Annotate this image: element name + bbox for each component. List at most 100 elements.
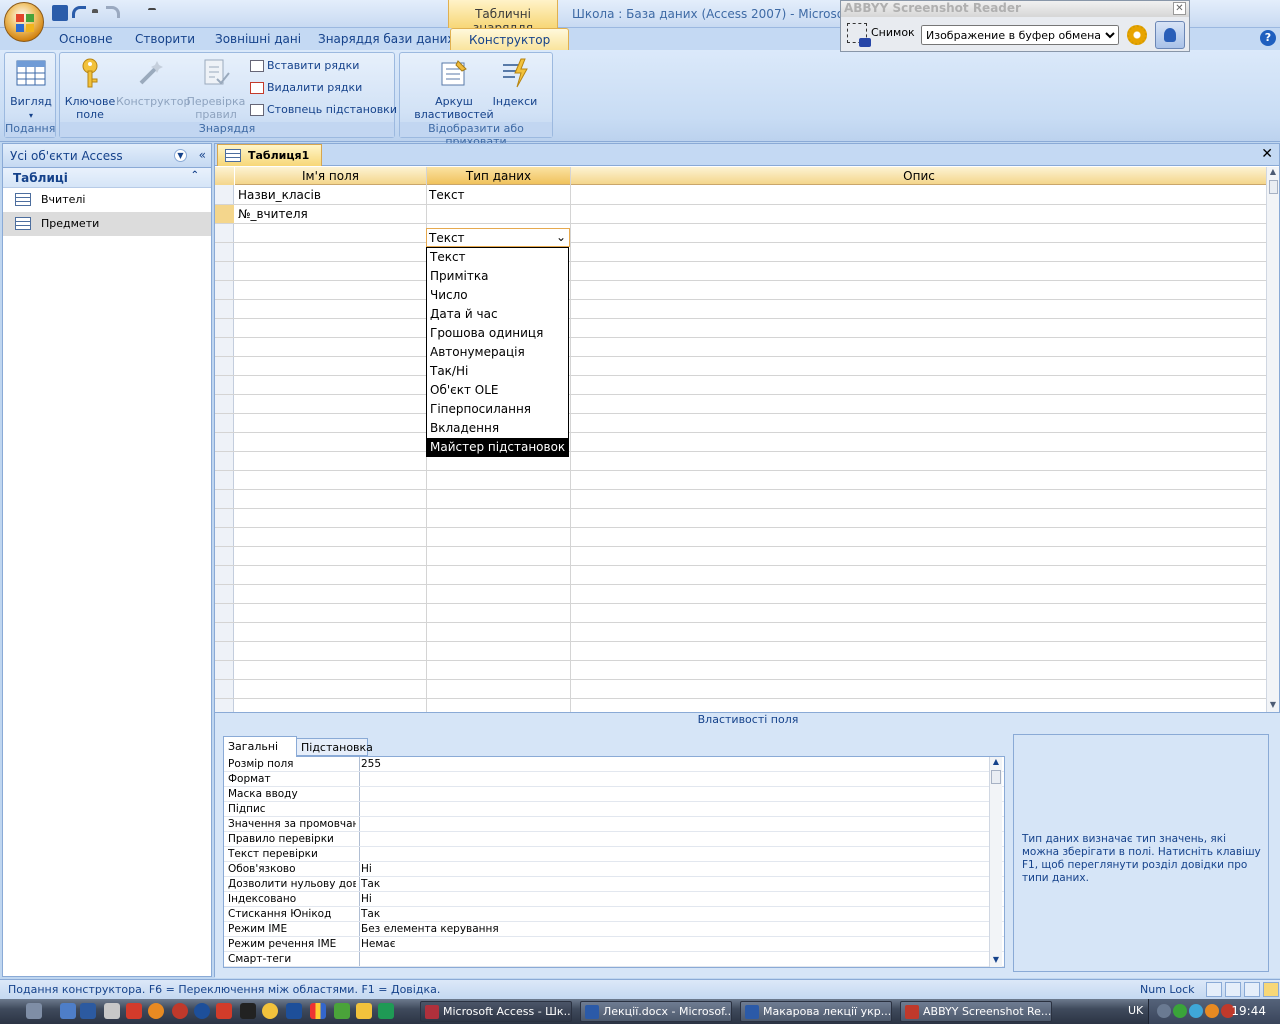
data-type-combo[interactable]: Текст ⌄ bbox=[426, 228, 570, 247]
collapse-pane-icon[interactable]: « bbox=[199, 148, 206, 162]
scroll-thumb[interactable] bbox=[1269, 180, 1278, 194]
property-value[interactable]: Без елемента керування bbox=[361, 923, 499, 935]
property-row[interactable]: Дозволити нульову довжину Так bbox=[224, 877, 1004, 892]
abbyy-destination-select[interactable]: Изображение в буфер обмена bbox=[921, 25, 1119, 45]
data-type-option[interactable]: Число bbox=[427, 286, 568, 305]
nav-item-teachers[interactable]: Вчителі bbox=[3, 188, 211, 212]
data-type-option-highlighted[interactable]: Майстер підстановок bbox=[427, 438, 568, 457]
current-row-selector[interactable] bbox=[215, 205, 234, 224]
customize-qat-icon[interactable] bbox=[148, 8, 156, 16]
chevron-up-icon[interactable]: ⌃ bbox=[191, 170, 199, 181]
start-icon[interactable] bbox=[26, 1003, 42, 1019]
app-icon[interactable] bbox=[286, 1003, 302, 1019]
tray-icon[interactable] bbox=[1157, 1004, 1171, 1018]
taskbar-button-word[interactable]: Лекції.docx - Microsof... bbox=[580, 1001, 732, 1022]
property-row[interactable]: Формат bbox=[224, 772, 1004, 787]
app-icon[interactable] bbox=[378, 1003, 394, 1019]
property-row[interactable]: Смарт-теги bbox=[224, 952, 1004, 967]
property-row[interactable]: Стискання Юнікод Так bbox=[224, 907, 1004, 922]
scroll-down-icon[interactable]: ▼ bbox=[1267, 700, 1279, 712]
tab-lookup[interactable]: Підстановка bbox=[296, 738, 373, 756]
delete-rows-button[interactable]: Видалити рядки bbox=[250, 81, 362, 94]
taskbar-button-word-2[interactable]: Макарова лекції укр.... bbox=[740, 1001, 892, 1022]
office-button[interactable] bbox=[4, 2, 44, 42]
view-button[interactable]: Вигляд ▾ bbox=[9, 57, 53, 122]
abbyy-snapshot-button[interactable]: Снимок bbox=[847, 23, 915, 47]
data-type-option[interactable]: Примітка bbox=[427, 267, 568, 286]
app-icon[interactable] bbox=[310, 1003, 326, 1019]
undo-dropdown-icon[interactable] bbox=[92, 9, 98, 15]
properties-scrollbar[interactable]: ▲ ▼ bbox=[989, 757, 1002, 967]
field-name-cell[interactable]: №_вчителя bbox=[238, 207, 308, 221]
data-type-option[interactable]: Текст bbox=[427, 248, 568, 267]
tab-general[interactable]: Загальні bbox=[223, 736, 297, 757]
property-row[interactable]: Підпис bbox=[224, 802, 1004, 817]
property-sheet-button[interactable]: Аркуш властивостей bbox=[406, 57, 502, 121]
property-row[interactable]: Режим IME Без елемента керування bbox=[224, 922, 1004, 937]
property-row[interactable]: Значення за промовчанням bbox=[224, 817, 1004, 832]
undo-icon[interactable] bbox=[72, 6, 86, 18]
app-icon[interactable] bbox=[240, 1003, 256, 1019]
data-type-option[interactable]: Автонумерація bbox=[427, 343, 568, 362]
property-row[interactable]: Розмір поля 255 bbox=[224, 757, 1004, 772]
tab-create[interactable]: Створити bbox=[135, 32, 195, 46]
save-icon[interactable] bbox=[52, 5, 68, 21]
field-name-cell[interactable]: Назви_класів bbox=[238, 188, 321, 202]
app-icon[interactable] bbox=[216, 1003, 232, 1019]
property-value[interactable]: Так bbox=[361, 878, 380, 890]
tab-home[interactable]: Основне bbox=[59, 32, 113, 46]
insert-rows-button[interactable]: Вставити рядки bbox=[250, 59, 359, 72]
taskbar-button-abbyy[interactable]: ABBYY Screenshot Re... bbox=[900, 1001, 1052, 1022]
tray-icon[interactable] bbox=[1173, 1004, 1187, 1018]
quicklaunch-icon[interactable] bbox=[104, 1003, 120, 1019]
property-value[interactable]: Немає bbox=[361, 938, 395, 950]
data-type-option[interactable]: Так/Ні bbox=[427, 362, 568, 381]
abbyy-close-button[interactable]: ✕ bbox=[1173, 2, 1186, 15]
desktop-icon[interactable] bbox=[80, 1003, 96, 1019]
property-value[interactable]: Ні bbox=[361, 893, 372, 905]
tray-icon[interactable] bbox=[1205, 1004, 1219, 1018]
tab-design[interactable]: Конструктор bbox=[450, 28, 570, 50]
pivottable-view-icon[interactable] bbox=[1225, 982, 1241, 997]
lookup-column-button[interactable]: Стовпець підстановки bbox=[250, 103, 397, 116]
scroll-up-icon[interactable]: ▲ bbox=[990, 757, 1002, 769]
indexes-button[interactable]: Індекси bbox=[492, 57, 538, 108]
nav-item-subjects[interactable]: Предмети bbox=[3, 212, 211, 236]
download-icon[interactable] bbox=[194, 1003, 210, 1019]
pivotchart-view-icon[interactable] bbox=[1244, 982, 1260, 997]
data-type-option[interactable]: Гіперпосилання bbox=[427, 400, 568, 419]
property-row[interactable]: Режим речення IME Немає bbox=[224, 937, 1004, 952]
gear-icon[interactable] bbox=[1127, 25, 1147, 45]
data-type-option[interactable]: Об'єкт OLE bbox=[427, 381, 568, 400]
scroll-down-icon[interactable]: ▼ bbox=[990, 955, 1002, 967]
app-icon[interactable] bbox=[356, 1003, 372, 1019]
opera-icon[interactable] bbox=[126, 1003, 142, 1019]
firefox-icon[interactable] bbox=[148, 1003, 164, 1019]
app-icon[interactable] bbox=[172, 1003, 188, 1019]
scroll-up-icon[interactable]: ▲ bbox=[1267, 167, 1279, 179]
key-field-button[interactable]: Ключове поле bbox=[64, 57, 116, 121]
property-value[interactable]: 255 bbox=[361, 758, 381, 770]
taskbar-button-access[interactable]: Microsoft Access - Шк... bbox=[420, 1001, 572, 1022]
data-type-cell[interactable]: Текст bbox=[429, 188, 465, 202]
data-type-option[interactable]: Грошова одиниця bbox=[427, 324, 568, 343]
tab-external-data[interactable]: Зовнішні дані bbox=[215, 32, 301, 46]
help-icon[interactable]: ? bbox=[1260, 30, 1276, 46]
data-type-option[interactable]: Дата й час bbox=[427, 305, 568, 324]
document-tab-table1[interactable]: Таблиця1 bbox=[217, 144, 323, 166]
data-type-option[interactable]: Вкладення bbox=[427, 419, 568, 438]
property-row[interactable]: Індексовано Ні bbox=[224, 892, 1004, 907]
property-value[interactable]: Ні bbox=[361, 863, 372, 875]
property-row[interactable]: Правило перевірки bbox=[224, 832, 1004, 847]
property-value[interactable]: Так bbox=[361, 908, 380, 920]
nav-pane-header[interactable]: Усі об'єкти Access ▼ « bbox=[3, 144, 211, 168]
language-indicator[interactable]: UK bbox=[1128, 1004, 1143, 1017]
tab-database-tools[interactable]: Знаряддя бази даних bbox=[318, 32, 455, 46]
grid-vertical-scrollbar[interactable]: ▲ ▼ bbox=[1266, 167, 1279, 712]
tray-icon[interactable] bbox=[1189, 1004, 1203, 1018]
property-row[interactable]: Маска вводу bbox=[224, 787, 1004, 802]
datasheet-view-icon[interactable] bbox=[1206, 982, 1222, 997]
explorer-icon[interactable] bbox=[60, 1003, 76, 1019]
property-row[interactable]: Обов'язково Ні bbox=[224, 862, 1004, 877]
scroll-thumb[interactable] bbox=[991, 770, 1001, 784]
